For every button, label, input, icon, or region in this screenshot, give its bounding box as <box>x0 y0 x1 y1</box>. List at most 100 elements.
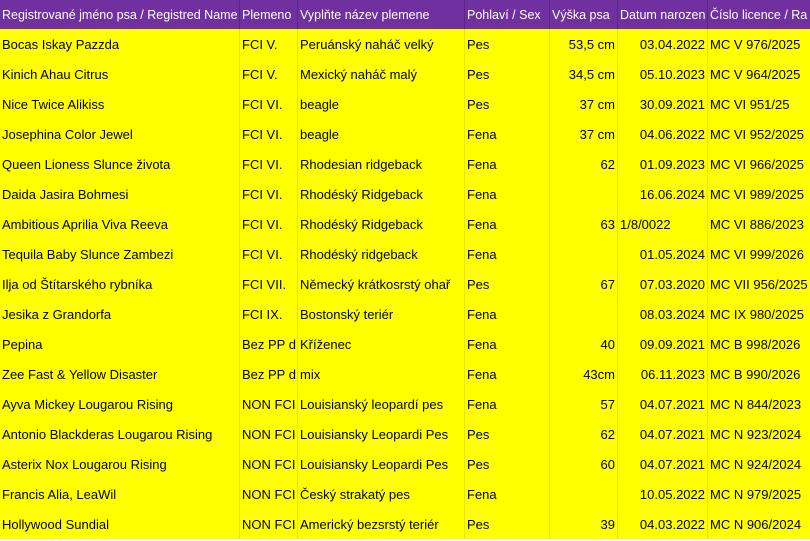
cell-breed[interactable]: Louisiansky Leopardi Pes <box>298 449 465 479</box>
cell-name[interactable]: Queen Lioness Slunce života <box>0 149 240 179</box>
cell-breed[interactable]: Kříženec <box>298 329 465 359</box>
cell-height[interactable]: 37 cm <box>550 119 618 149</box>
cell-license[interactable]: MC B 990/2026 <box>708 359 810 389</box>
cell-birth-date[interactable]: 04.07.2021 <box>618 419 708 449</box>
cell-name[interactable]: Jesika z Grandorfa <box>0 299 240 329</box>
cell-birth-date[interactable]: 06.11.2023 <box>618 359 708 389</box>
header-sex[interactable]: Pohlaví / Sex <box>465 0 550 29</box>
cell-name[interactable]: Tequila Baby Slunce Zambezi <box>0 239 240 269</box>
cell-breed[interactable]: beagle <box>298 89 465 119</box>
cell-height[interactable]: 53,5 cm <box>550 29 618 59</box>
cell-license[interactable]: MC VI 966/2025 <box>708 149 810 179</box>
cell-height[interactable] <box>550 299 618 329</box>
cell-sex[interactable]: Fena <box>465 329 550 359</box>
cell-breed[interactable]: Louisianský leopardí pes <box>298 389 465 419</box>
cell-sex[interactable]: Fena <box>465 179 550 209</box>
cell-name[interactable]: Ayva Mickey Lougarou Rising <box>0 389 240 419</box>
cell-fci-group[interactable]: NON FCI <box>240 389 298 419</box>
cell-name[interactable]: Zee Fast & Yellow Disaster <box>0 359 240 389</box>
cell-birth-date[interactable]: 01.09.2023 <box>618 149 708 179</box>
cell-name[interactable]: Francis Alia, LeaWil <box>0 479 240 509</box>
cell-birth-date[interactable]: 1/8/0022 <box>618 209 708 239</box>
cell-birth-date[interactable]: 08.03.2024 <box>618 299 708 329</box>
cell-breed[interactable]: Německý krátkosrstý ohař <box>298 269 465 299</box>
cell-license[interactable]: MC N 924/2024 <box>708 449 810 479</box>
cell-birth-date[interactable]: 01.05.2024 <box>618 239 708 269</box>
cell-breed[interactable]: beagle <box>298 119 465 149</box>
cell-breed[interactable]: Americký bezsrstý teriér <box>298 509 465 539</box>
cell-height[interactable]: 63 <box>550 209 618 239</box>
cell-license[interactable]: MC V 964/2025 <box>708 59 810 89</box>
cell-breed[interactable]: Mexický naháč malý <box>298 59 465 89</box>
cell-sex[interactable]: Fena <box>465 479 550 509</box>
cell-birth-date[interactable]: 04.07.2021 <box>618 449 708 479</box>
cell-name[interactable]: Kinich Ahau Citrus <box>0 59 240 89</box>
cell-license[interactable]: MC N 844/2023 <box>708 389 810 419</box>
cell-license[interactable]: MC N 906/2024 <box>708 509 810 539</box>
cell-birth-date[interactable]: 16.06.2024 <box>618 179 708 209</box>
cell-sex[interactable]: Fena <box>465 149 550 179</box>
cell-name[interactable]: Pepina <box>0 329 240 359</box>
cell-sex[interactable]: Fena <box>465 119 550 149</box>
cell-name[interactable]: Ilja od Štítarského rybníka <box>0 269 240 299</box>
cell-birth-date[interactable]: 04.06.2022 <box>618 119 708 149</box>
cell-sex[interactable]: Pes <box>465 509 550 539</box>
cell-fci-group[interactable]: FCI VI. <box>240 239 298 269</box>
cell-fci-group[interactable]: FCI VI. <box>240 149 298 179</box>
cell-license[interactable]: MC VI 886/2023 <box>708 209 810 239</box>
cell-height[interactable]: 67 <box>550 269 618 299</box>
cell-sex[interactable]: Fena <box>465 299 550 329</box>
cell-license[interactable]: MC VI 951/25 <box>708 89 810 119</box>
cell-fci-group[interactable]: FCI VI. <box>240 209 298 239</box>
cell-fci-group[interactable]: FCI VII. <box>240 269 298 299</box>
cell-height[interactable]: 40 <box>550 329 618 359</box>
cell-birth-date[interactable]: 07.03.2020 <box>618 269 708 299</box>
cell-name[interactable]: Nice Twice Alikiss <box>0 89 240 119</box>
cell-height[interactable]: 62 <box>550 419 618 449</box>
cell-sex[interactable]: Pes <box>465 269 550 299</box>
cell-name[interactable]: Daida Jasira Bohmesi <box>0 179 240 209</box>
cell-name[interactable]: Bocas Iskay Pazzda <box>0 29 240 59</box>
cell-fci-group[interactable]: Bez PP d <box>240 359 298 389</box>
cell-license[interactable]: MC IX 980/2025 <box>708 299 810 329</box>
cell-fci-group[interactable]: NON FCI <box>240 479 298 509</box>
cell-breed[interactable]: Louisiansky Leopardi Pes <box>298 419 465 449</box>
cell-sex[interactable]: Fena <box>465 389 550 419</box>
cell-breed[interactable]: Peruánský naháč velký <box>298 29 465 59</box>
cell-name[interactable]: Antonio Blackderas Lougarou Rising <box>0 419 240 449</box>
cell-birth-date[interactable]: 04.03.2022 <box>618 509 708 539</box>
cell-fci-group[interactable]: FCI V. <box>240 29 298 59</box>
cell-height[interactable]: 37 cm <box>550 89 618 119</box>
cell-license[interactable]: MC VII 956/2025 <box>708 269 810 299</box>
cell-height[interactable] <box>550 239 618 269</box>
cell-name[interactable]: Ambitious Aprilia Viva Reeva <box>0 209 240 239</box>
cell-fci-group[interactable]: FCI VI. <box>240 119 298 149</box>
cell-license[interactable]: MC VI 999/2026 <box>708 239 810 269</box>
cell-birth-date[interactable]: 30.09.2021 <box>618 89 708 119</box>
cell-birth-date[interactable]: 04.07.2021 <box>618 389 708 419</box>
cell-sex[interactable]: Fena <box>465 239 550 269</box>
header-name[interactable]: Registrované jméno psa / Registred Name <box>0 0 240 29</box>
cell-fci-group[interactable]: Bez PP d <box>240 329 298 359</box>
cell-height[interactable]: 62 <box>550 149 618 179</box>
cell-license[interactable]: MC V 976/2025 <box>708 29 810 59</box>
cell-license[interactable]: MC VI 952/2025 <box>708 119 810 149</box>
header-license[interactable]: Číslo licence / Ra <box>708 0 810 29</box>
cell-height[interactable]: 34,5 cm <box>550 59 618 89</box>
cell-birth-date[interactable]: 10.05.2022 <box>618 479 708 509</box>
cell-breed[interactable]: Bostonský teriér <box>298 299 465 329</box>
cell-license[interactable]: MC N 979/2025 <box>708 479 810 509</box>
cell-breed[interactable]: Rhodéský ridgeback <box>298 239 465 269</box>
cell-breed[interactable]: Rhodéský Ridgeback <box>298 179 465 209</box>
cell-license[interactable]: MC B 998/2026 <box>708 329 810 359</box>
cell-height[interactable]: 57 <box>550 389 618 419</box>
cell-sex[interactable]: Pes <box>465 449 550 479</box>
cell-fci-group[interactable]: FCI IX. <box>240 299 298 329</box>
header-birth-date[interactable]: Datum narozen <box>618 0 708 29</box>
cell-sex[interactable]: Fena <box>465 359 550 389</box>
cell-fci-group[interactable]: NON FCI <box>240 419 298 449</box>
cell-breed[interactable]: Rhodesian ridgeback <box>298 149 465 179</box>
cell-height[interactable]: 39 <box>550 509 618 539</box>
cell-breed[interactable]: Český strakatý pes <box>298 479 465 509</box>
cell-fci-group[interactable]: FCI VI. <box>240 89 298 119</box>
